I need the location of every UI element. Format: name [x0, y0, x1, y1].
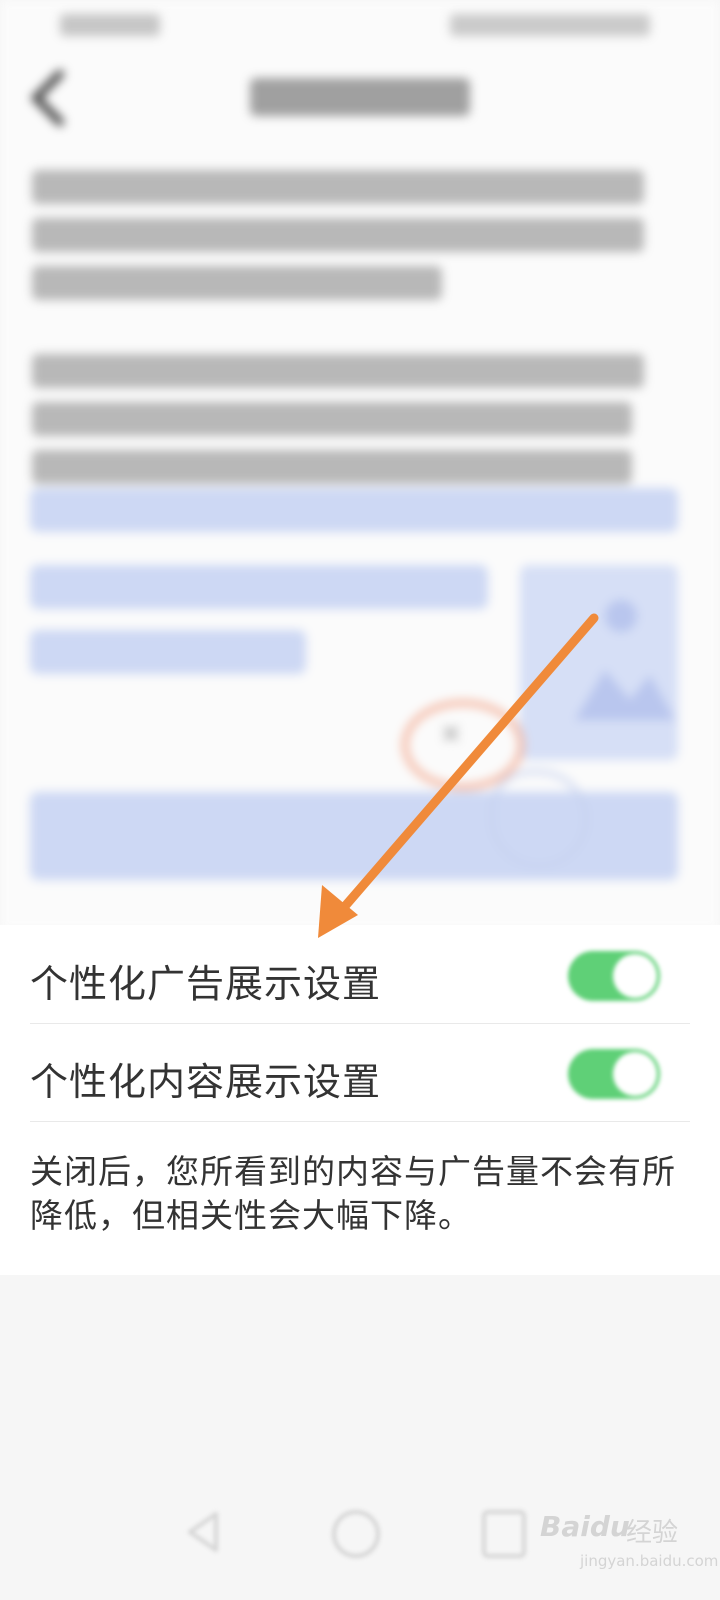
ad-placeholder-bar [30, 630, 306, 674]
nav-home-icon[interactable] [332, 1510, 380, 1558]
blurred-text-line [32, 218, 644, 252]
watermark-url: jingyan.baidu.com [580, 1552, 719, 1570]
toggle-knob [613, 954, 657, 998]
ad-settings-panel: 个性化广告展示设置 个性化内容展示设置 关闭后，您所看到的内容与广告量不会有所降… [0, 925, 720, 1275]
watermark-brand: Baidu [540, 1510, 630, 1543]
blurred-text-line [32, 170, 644, 204]
blurred-text-line [32, 402, 632, 436]
nav-recent-apps-icon[interactable] [482, 1510, 526, 1558]
personalized-content-toggle[interactable] [568, 1049, 660, 1099]
settings-note: 关闭后，您所看到的内容与广告量不会有所降低，但相关性会大幅下降。 [30, 1152, 676, 1235]
status-indicators-left [60, 14, 160, 36]
ad-placeholder-bar [30, 488, 678, 532]
page-title-blurred [250, 78, 470, 116]
close-icon: ✕ [440, 720, 462, 750]
status-bar [0, 0, 720, 52]
setting-row-personalized-content[interactable]: 个性化内容展示设置 [30, 1023, 690, 1122]
image-sun-icon [605, 600, 637, 632]
nav-back-icon[interactable] [180, 1508, 228, 1556]
image-mountain-icon [575, 670, 675, 720]
setting-label: 个性化内容展示设置 [30, 1060, 382, 1104]
blurred-text-line [32, 450, 632, 484]
back-arrow-icon[interactable] [28, 70, 68, 126]
setting-label: 个性化广告展示设置 [30, 962, 382, 1006]
blurred-text-line [32, 266, 442, 300]
blurred-text-line [32, 354, 644, 388]
blurred-preview-area: ✕ [0, 0, 720, 930]
baidu-jingyan-watermark: Baidu 经验 jingyan.baidu.com [540, 1500, 718, 1590]
pointing-hand-icon [490, 770, 588, 868]
toggle-knob [613, 1052, 657, 1096]
settings-screen: ✕ 个性化广告展示设置 个性化内容展示设置 关闭后，您所看到的内容与广告量不会有… [0, 0, 720, 1600]
personalized-ads-toggle[interactable] [568, 951, 660, 1001]
status-indicators-right [450, 14, 650, 36]
watermark-product: 经验 [626, 1518, 679, 1548]
setting-row-personalized-ads[interactable]: 个性化广告展示设置 [30, 925, 690, 1024]
ad-placeholder-bar [30, 565, 488, 609]
